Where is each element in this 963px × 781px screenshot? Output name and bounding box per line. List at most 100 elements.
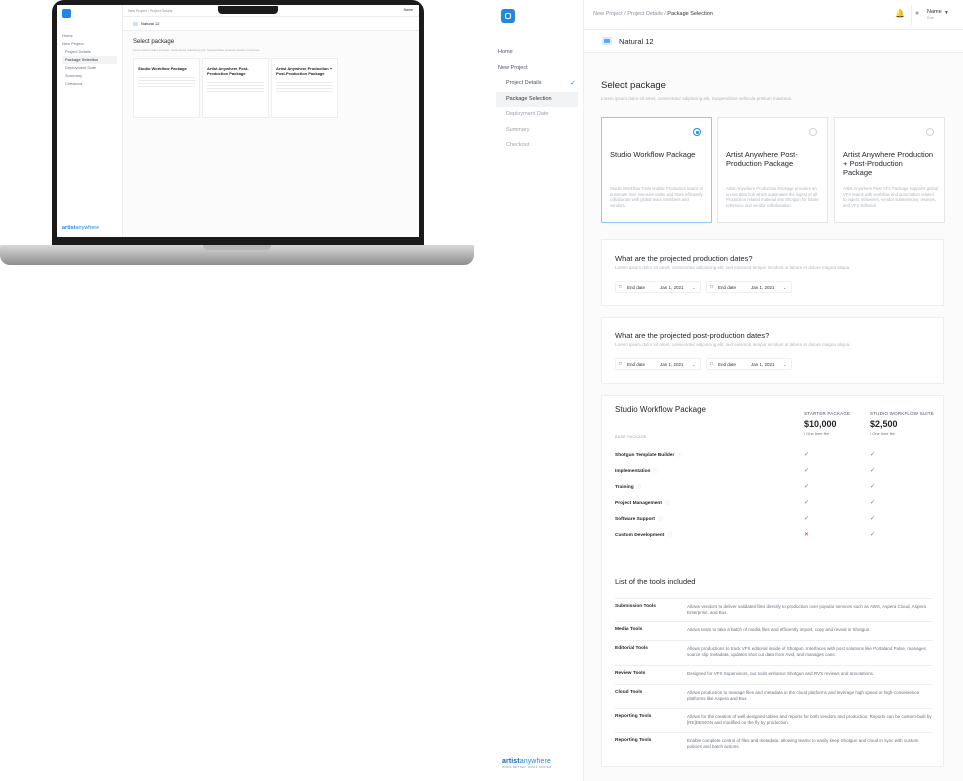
sidebar-item-checkout[interactable]: Checkout [496,138,578,154]
tool-desc: Allows productions to track VFX editoria… [687,646,926,658]
user-name[interactable]: Name [927,9,942,15]
tool-desc: Allows vendors to deliver validated file… [687,604,926,616]
production-dates-title: What are the projected production dates? [615,254,753,263]
base-package-label: BASE PACKAGE [615,435,647,439]
tool-name: Cloud Tools [615,690,643,695]
sidebar-item-home[interactable]: Home [496,45,578,61]
date-label: End date [627,362,646,367]
post-dates-desc: Lorem ipsum dolor sit amet, consectetur … [615,342,851,347]
project-name: Natural 12 [619,37,654,46]
sidebar: Home New Project Project Details ✓ Package S… [484,0,584,781]
project-bar: Natural 12 [584,30,963,53]
mini-user-name: Name [403,8,413,12]
package-card-title: Artist Anywhere Production + Post-Produc… [843,150,934,177]
production-end-date-1[interactable]: □ End date Jan 1, 2021 ⌄ [615,281,701,293]
tier-price: $2,500 [870,419,898,429]
tool-name: Review Tools [615,671,646,676]
check-icon: ✓ [870,532,876,538]
info-icon[interactable]: ⓘ [653,468,658,473]
mini-nav: Home New Project Project Details Package Se… [62,32,117,88]
sidebar-item-deployment-date[interactable]: Deployment Date [496,107,578,123]
bell-icon[interactable]: 🔔 [895,9,905,20]
mini-package-card: Studio Workflow Package [133,58,200,118]
date-value: Jan 1, 2021 [751,285,775,290]
package-card[interactable]: Studio Workflow Package Studio Workflow T… [601,117,712,223]
page-description: Lorem ipsum dolor sit amet, consectetur … [601,96,793,101]
chevron-down-icon: ⌄ [783,362,787,367]
date-label: End date [627,285,646,290]
mini-nav-item: New Project [62,41,84,46]
app-logo-icon[interactable] [501,9,515,23]
package-radio[interactable] [926,128,934,136]
post-end-date-2[interactable]: □ End date Jan 1, 2021 ⌄ [706,358,792,370]
tool-row: Editorial Tools Allows productions to tra… [615,640,933,665]
mini-card-title: Artist Anywhere Production + Post-Produc… [276,66,333,76]
check-icon: ✓ [804,500,810,506]
info-icon[interactable]: ⓘ [667,532,672,537]
page-title: Select package [601,80,666,91]
tool-name: Media Tools [615,627,643,632]
check-icon: ✓ [870,516,876,522]
info-icon[interactable]: ⓘ [677,452,682,457]
feature-row: Shotgun Template Builder ⓘ ✓ ✓ [615,450,935,460]
sidebar-item-summary[interactable]: Summary [496,123,578,139]
feature-name: Custom Development ⓘ [615,532,672,538]
laptop-mockup: Home New Project Project Details Package Se… [0,0,475,268]
check-icon: ✓ [804,516,810,522]
package-details-panel: Studio Workflow Package STARTER PACKAGE … [601,395,944,767]
sidebar-item-label: New Project [498,64,528,71]
topbar: New Project / Project Details / Package … [584,0,963,30]
avatar-icon[interactable]: ● [915,10,923,18]
tool-desc: Designed for VFX Supervisors, our tools … [687,671,875,676]
feature-row: Project Management ⓘ ✓ ✓ [615,498,935,508]
chevron-down-icon[interactable]: ▼ [944,10,949,16]
laptop-lid: Home New Project Project Details Package Se… [52,0,424,247]
info-icon[interactable]: ⓘ [637,484,642,489]
tier-name: STUDIO WORKFLOW SUITE [870,411,934,416]
mini-card-lines [138,77,195,87]
info-icon[interactable]: ⓘ [658,516,663,521]
tool-desc: Allows for the creation of well-designed… [687,714,932,726]
calendar-icon: □ [619,284,623,290]
check-icon: ✓ [570,80,576,87]
package-radio[interactable] [693,128,701,136]
brand-tagline: WORK BETTER, WORK FASTER [502,765,552,769]
breadcrumb-current: Package Selection [667,11,713,17]
feature-label: Shotgun Template Builder [615,453,675,458]
package-card[interactable]: Artist Anywhere Post-Production Package A… [717,117,828,223]
feature-name: Shotgun Template Builder ⓘ [615,452,682,458]
image-icon [602,37,612,45]
feature-name: Training ⓘ [615,484,641,490]
calendar-icon: □ [710,361,714,367]
cross-icon: ✕ [804,532,810,538]
package-radio[interactable] [809,128,817,136]
sidebar-item-new-project[interactable]: New Project [496,61,578,77]
mini-brand-logo: artistanywhere [62,225,100,231]
info-icon[interactable]: ⓘ [665,500,670,505]
check-icon: ✓ [870,452,876,458]
production-dates-panel: What are the projected production dates?… [601,239,944,306]
calendar-icon: □ [619,361,623,367]
feature-name: Software Support ⓘ [615,516,662,522]
package-card[interactable]: Artist Anywhere Production + Post-Produc… [834,117,945,223]
check-icon: ✓ [804,452,810,458]
sidebar-nav: Home New Project Project Details ✓ Package S… [496,45,578,154]
production-dates-desc: Lorem ipsum dolor sit amet, consectetur … [615,265,851,270]
mini-nav-item: Checkout [65,81,82,86]
production-end-date-2[interactable]: □ End date Jan 1, 2021 ⌄ [706,281,792,293]
post-end-date-1[interactable]: □ End date Jan 1, 2021 ⌄ [615,358,701,370]
feature-label: Project Management [615,501,662,506]
mini-nav-item: Summary [65,73,83,78]
mini-main: New Project / Project Details Name Natur… [123,5,419,237]
mini-nav-item: Project Details [65,49,91,54]
sidebar-item-project-details[interactable]: Project Details ✓ [496,76,578,92]
check-icon: ✓ [804,484,810,490]
breadcrumb-path[interactable]: New Project / Project Details / [593,11,667,17]
mini-breadcrumb: New Project / Project Details [128,9,173,13]
chevron-down-icon: ⌄ [783,285,787,290]
mini-package-card: Artist Anywhere Post-Production Package [202,58,269,118]
tier-price: $10,000 [804,419,837,429]
sidebar-item-package-selection[interactable]: Package Selection [496,91,578,107]
post-dates-title: What are the projected post-production d… [615,331,770,340]
post-dates-panel: What are the projected post-production d… [601,317,944,384]
